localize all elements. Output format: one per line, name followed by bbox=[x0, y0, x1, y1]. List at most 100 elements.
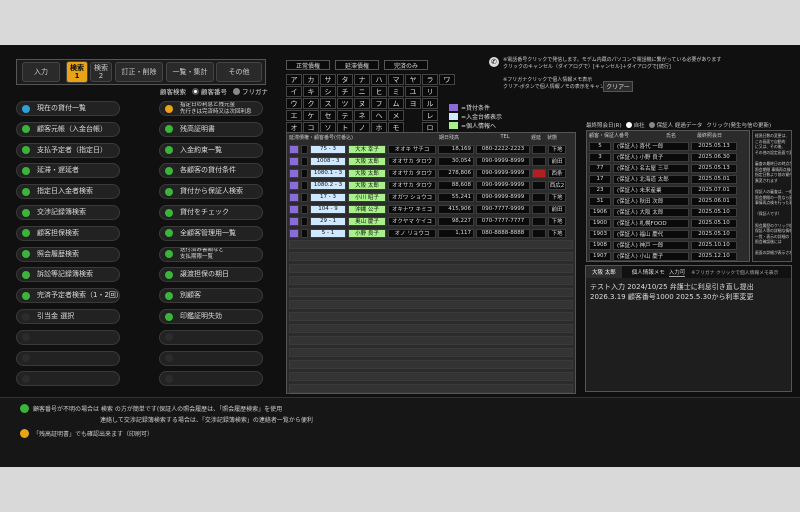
menu_right-item-2[interactable]: 入金約束一覧 bbox=[159, 142, 263, 158]
select-checkbox[interactable] bbox=[301, 168, 308, 178]
select-checkbox[interactable] bbox=[301, 216, 308, 226]
select-checkbox[interactable] bbox=[301, 156, 308, 166]
loan-terms-button[interactable] bbox=[289, 204, 299, 214]
phone-cell[interactable]: 090-9999-8999 bbox=[476, 192, 530, 202]
memo-tab-active[interactable]: 大阪 太郎 bbox=[586, 266, 622, 278]
menu_left-item-7[interactable]: 照会履歴検索 bbox=[16, 246, 120, 262]
furigana-cell[interactable]: オオサカ タロウ bbox=[388, 180, 436, 190]
menu_right-item-8[interactable]: 譲渡担保の期日 bbox=[159, 267, 263, 283]
kana-key-フ[interactable]: フ bbox=[371, 98, 387, 109]
furigana-cell[interactable]: オオサカ タロウ bbox=[388, 168, 436, 178]
select-checkbox[interactable] bbox=[301, 228, 308, 238]
filter-overdue-button[interactable]: 延滞債権 bbox=[335, 60, 379, 70]
kana-key-ヤ[interactable]: ヤ bbox=[405, 74, 421, 85]
menu_left-item-12[interactable] bbox=[16, 350, 120, 366]
guarantor-row[interactable]: 5 (保証人) 喜代 一郎 2025.05.13 bbox=[589, 141, 739, 151]
guarantor-row[interactable]: 3 (保証人) 小野 良子 2025.06.30 bbox=[589, 152, 739, 162]
kana-key-テ[interactable]: テ bbox=[337, 110, 353, 121]
kana-key-ユ[interactable]: ユ bbox=[405, 86, 421, 97]
guarantor-name-cell[interactable]: (保証人) 名古屋 三平 bbox=[613, 163, 689, 173]
table-row[interactable]: 1080.2 - 3 大阪 太郎 オオサカ タロウ 88,608 090-9999-99… bbox=[289, 180, 568, 190]
menu_left-item-6[interactable]: 顧客担保検索 bbox=[16, 225, 120, 241]
guarantor-name-cell[interactable]: (保証人) 札幌FOOD bbox=[613, 218, 689, 228]
guarantor-name-cell[interactable]: (保証人) 小野 良子 bbox=[613, 152, 689, 162]
guarantor-name-cell[interactable]: (保証人) 福山 慶代 bbox=[613, 229, 689, 239]
guarantor-row[interactable]: 1906 (保証人) 大阪 太郎 2025.05.10 bbox=[589, 207, 739, 217]
table-row[interactable]: 75 - 3 大木 幸子 オオキ サチコ 18,169 080-2222-2223 下地 bbox=[289, 144, 568, 154]
phone-cell[interactable]: 090-9999-8999 bbox=[476, 156, 530, 166]
select-checkbox[interactable] bbox=[301, 192, 308, 202]
memo-line-2[interactable]: 2026.3.19 顧客番号1000 2025.5.30から利率変更 bbox=[590, 292, 754, 302]
phone-cell[interactable]: 090-7777-9999 bbox=[476, 204, 530, 214]
kana-key-ワ[interactable]: ワ bbox=[439, 74, 455, 85]
table-row[interactable]: 1008 - 3 大阪 太郎 オオサカ タロウ 30,054 090-9999-8999… bbox=[289, 156, 568, 166]
menu_left-item-9[interactable]: 完済予定者検索（1・2回） bbox=[16, 288, 120, 304]
guarantor-name-cell[interactable]: (保証人) 未来産業 bbox=[613, 185, 689, 195]
guarantor-row[interactable]: 77 (保証人) 名古屋 三平 2025.05.13 bbox=[589, 163, 739, 173]
kana-key-ク[interactable]: ク bbox=[303, 98, 319, 109]
kana-key-ヌ[interactable]: ヌ bbox=[354, 98, 370, 109]
tab-search-1[interactable]: 検索 1 bbox=[66, 61, 88, 83]
guarantor-name-cell[interactable]: (保証人) 小山 慶子 bbox=[613, 251, 689, 261]
phone-cell[interactable]: 090-9999-9999 bbox=[476, 180, 530, 190]
menu_left-item-10[interactable]: 引当金 選択 bbox=[16, 309, 120, 324]
kana-key-チ[interactable]: チ bbox=[337, 86, 353, 97]
phone-cell[interactable]: 080-2222-2223 bbox=[476, 144, 530, 154]
guarantor-row[interactable]: 17 (保証人) 北海道 太郎 2025.05.01 bbox=[589, 174, 739, 184]
clear-button[interactable]: クリアー bbox=[603, 81, 633, 92]
menu_left-item-11[interactable] bbox=[16, 329, 120, 345]
furigana-cell[interactable]: オクヤマ ケイコ bbox=[388, 216, 436, 226]
guarantor-row[interactable]: 1908 (保証人) 神戸 一郎 2025.10.10 bbox=[589, 240, 739, 250]
menu_right-item-7[interactable]: 送付済み書類など 支払期限一覧 bbox=[159, 246, 263, 262]
menu_right-item-13[interactable] bbox=[159, 371, 263, 387]
kana-key-メ[interactable]: メ bbox=[388, 110, 404, 121]
tab-search-2[interactable]: 検索 2 bbox=[90, 62, 112, 82]
kana-key-セ[interactable]: セ bbox=[320, 110, 336, 121]
menu_right-item-11[interactable] bbox=[159, 329, 263, 345]
menu_right-item-9[interactable]: 別顧客 bbox=[159, 288, 263, 304]
guarantor-row[interactable]: 1900 (保証人) 札幌FOOD 2025.05.10 bbox=[589, 218, 739, 228]
loan-terms-button[interactable] bbox=[289, 168, 299, 178]
guarantor-row[interactable]: 31 (保証人) 秋田 次郎 2025.06.01 bbox=[589, 196, 739, 206]
kana-key-タ[interactable]: タ bbox=[337, 74, 353, 85]
kana-key-リ[interactable]: リ bbox=[422, 86, 438, 97]
menu_right-item-6[interactable]: 全顧客管理用一覧 bbox=[159, 225, 263, 241]
kana-key-ル[interactable]: ル bbox=[422, 98, 438, 109]
guarantor-name-cell[interactable]: (保証人) 神戸 一郎 bbox=[613, 240, 689, 250]
kana-key-ニ[interactable]: ニ bbox=[354, 86, 370, 97]
kana-key-ハ[interactable]: ハ bbox=[371, 74, 387, 85]
menu_right-item-3[interactable]: 各顧客の貸付条件 bbox=[159, 163, 263, 179]
customer-id-cell[interactable]: 1008 - 3 bbox=[310, 156, 346, 166]
select-checkbox[interactable] bbox=[301, 204, 308, 214]
customer-name-cell[interactable]: 大阪 太郎 bbox=[348, 168, 386, 178]
loan-terms-button[interactable] bbox=[289, 216, 299, 226]
customer-name-cell[interactable]: 小川 昭子 bbox=[348, 192, 386, 202]
table-row[interactable]: 104 - 9 沖縄 公子 オキナワ キミコ 415,906 090-7777-9999… bbox=[289, 204, 568, 214]
phone-cell[interactable]: 070-7777-7777 bbox=[476, 216, 530, 226]
menu_right-item-1[interactable]: 残高証明書 bbox=[159, 121, 263, 137]
furigana-cell[interactable]: オオサカ タロウ bbox=[388, 156, 436, 166]
kana-key-ウ[interactable]: ウ bbox=[286, 98, 302, 109]
guarantor-name-cell[interactable]: (保証人) 大阪 太郎 bbox=[613, 207, 689, 217]
menu_left-item-1[interactable]: 顧客元帳（入金台帳） bbox=[16, 121, 120, 137]
guarantor-row[interactable]: 23 (保証人) 未来産業 2025.07.01 bbox=[589, 185, 739, 195]
customer-id-cell[interactable]: 17 - 3 bbox=[310, 192, 346, 202]
menu_left-item-3[interactable]: 延滞・遅延者 bbox=[16, 163, 120, 179]
kana-key-シ[interactable]: シ bbox=[320, 86, 336, 97]
phone-cell[interactable]: 080-8888-8888 bbox=[476, 228, 530, 238]
guarantor-name-cell[interactable]: (保証人) 喜代 一郎 bbox=[613, 141, 689, 151]
menu_right-item-5[interactable]: 貸付をチェック bbox=[159, 205, 263, 220]
customer-id-cell[interactable]: 1080.2 - 3 bbox=[310, 180, 346, 190]
tab-list-total[interactable]: 一覧・集計 bbox=[166, 62, 214, 82]
loan-terms-button[interactable] bbox=[289, 180, 299, 190]
kana-key-ツ[interactable]: ツ bbox=[337, 98, 353, 109]
select-checkbox[interactable] bbox=[301, 180, 308, 190]
guarantor-row[interactable]: 1903 (保証人) 福山 慶代 2025.05.10 bbox=[589, 229, 739, 239]
furigana-cell[interactable]: オキナワ キミコ bbox=[388, 204, 436, 214]
filter-complete-button[interactable]: 完済のみ bbox=[384, 60, 428, 70]
radio-guarantor[interactable] bbox=[648, 122, 655, 128]
select-checkbox[interactable] bbox=[301, 144, 308, 154]
kana-key-ム[interactable]: ム bbox=[388, 98, 404, 109]
kana-key-ヘ[interactable]: ヘ bbox=[371, 110, 387, 121]
tab-other[interactable]: その他 bbox=[216, 62, 262, 82]
